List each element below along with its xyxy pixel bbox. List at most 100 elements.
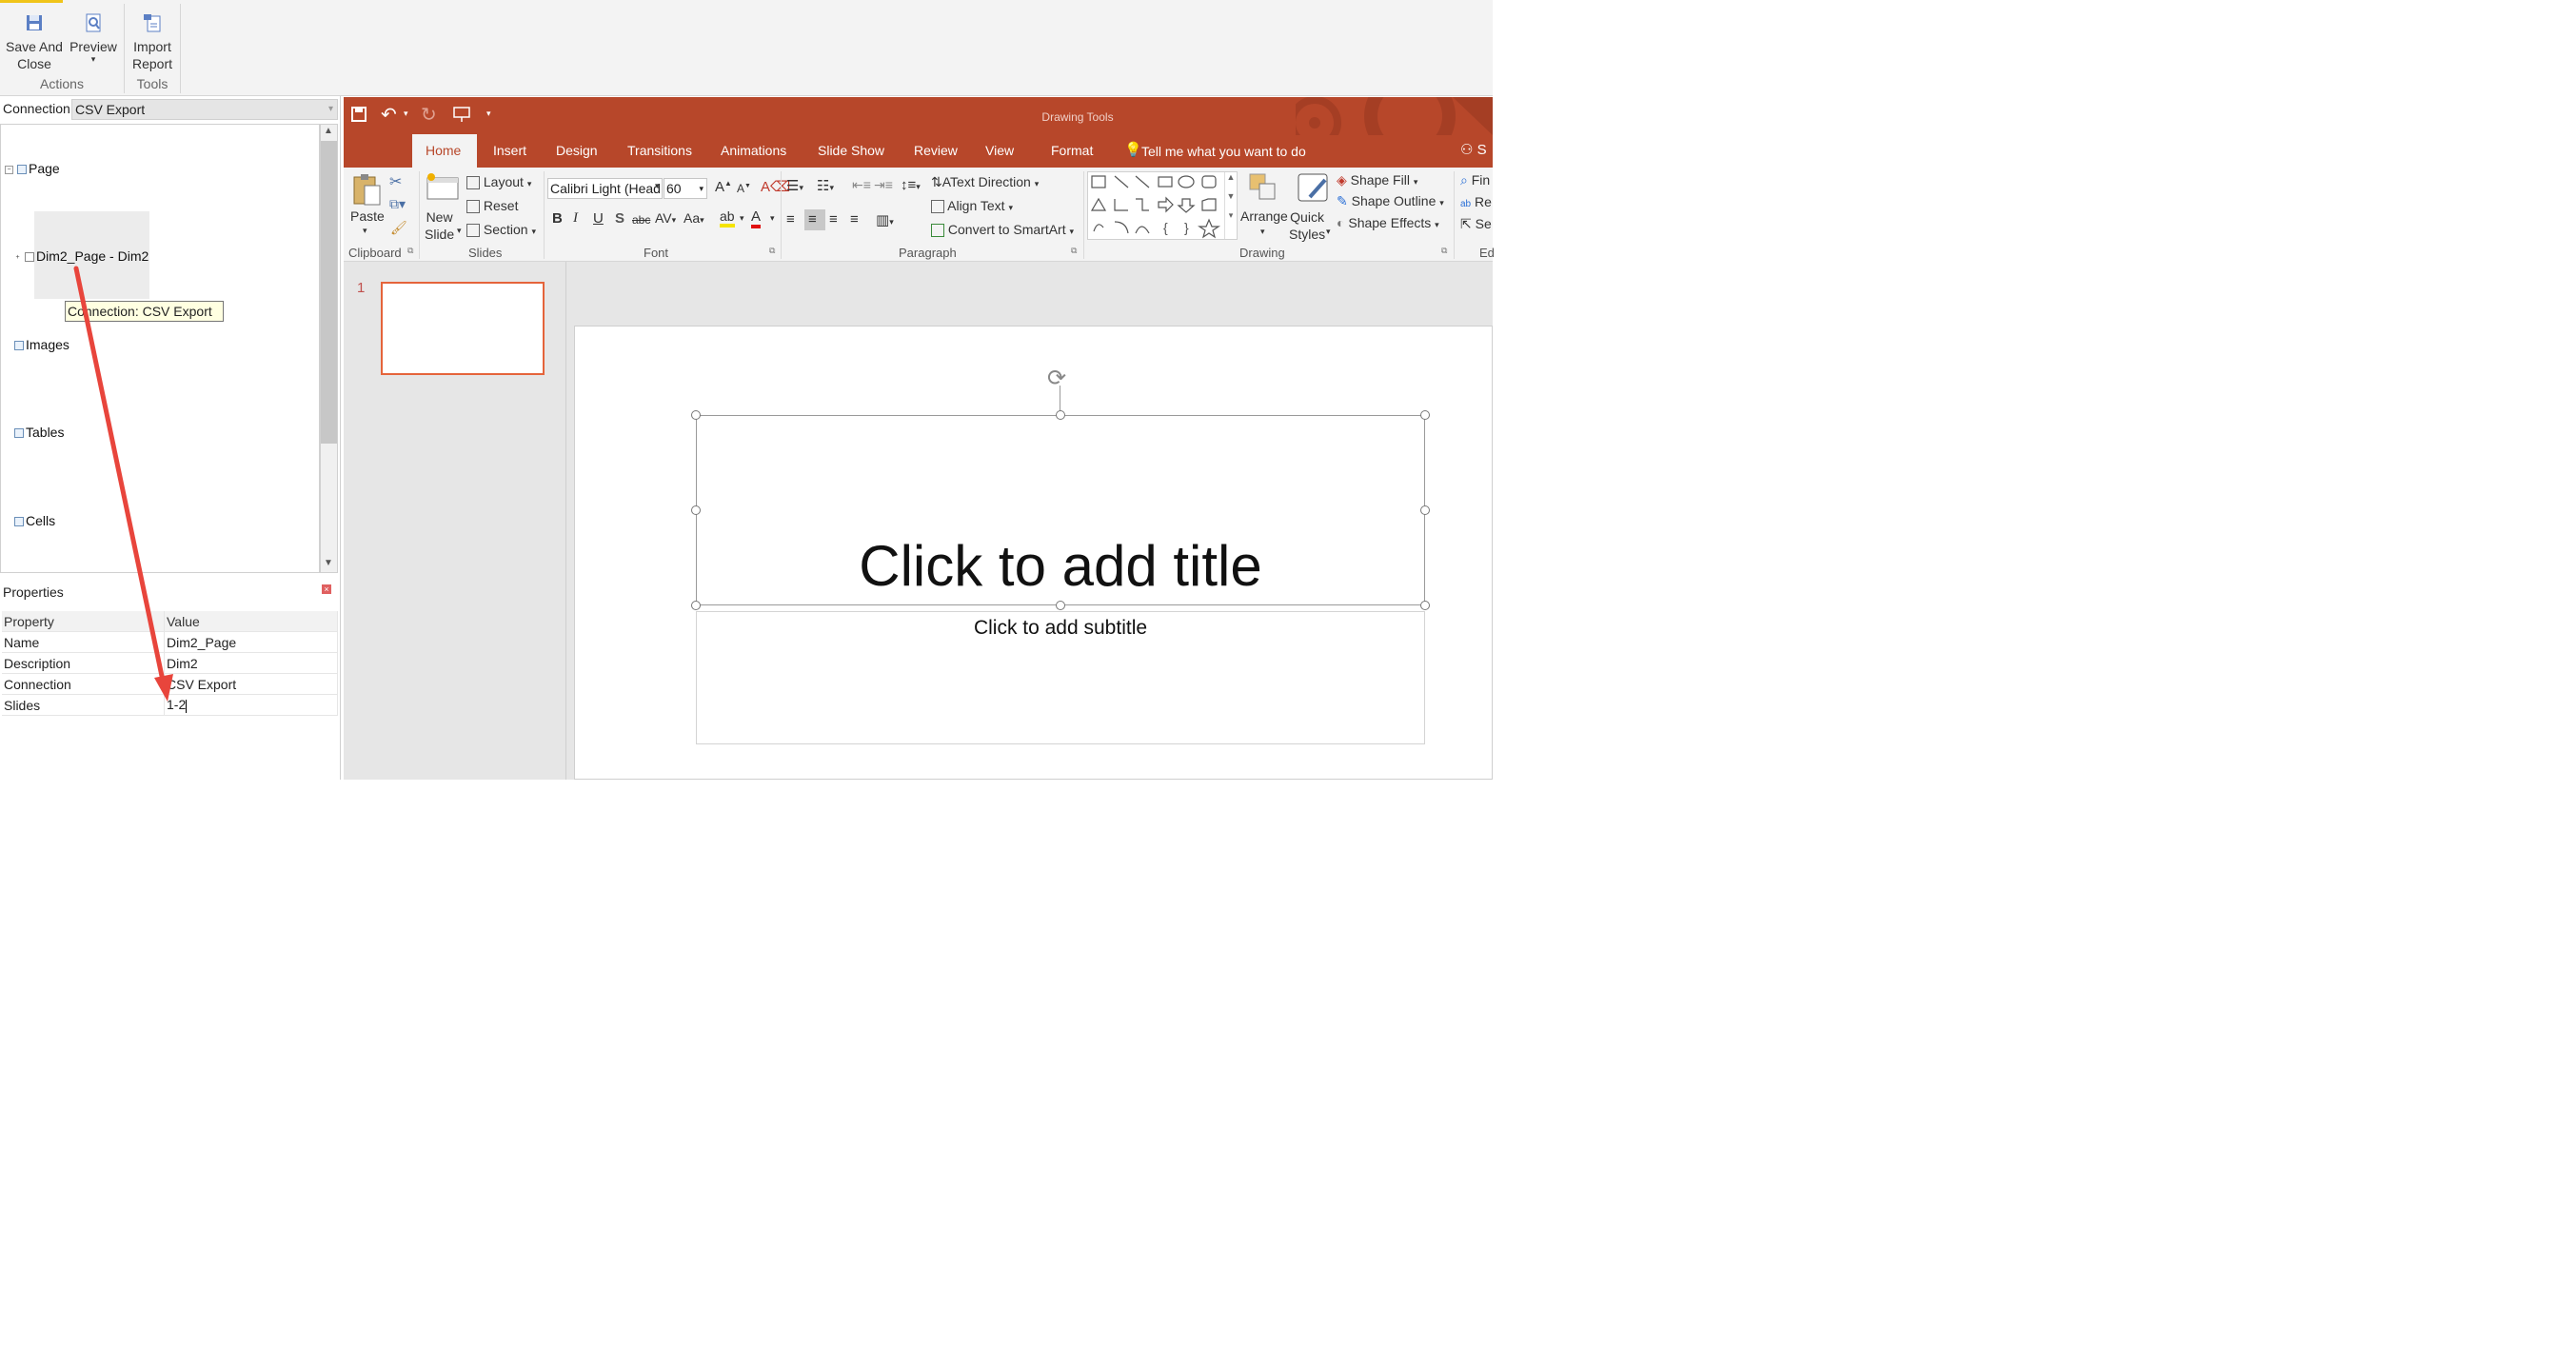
chevron-down-icon[interactable]: ▾ [770, 213, 775, 224]
quick-styles-dropdown-icon[interactable]: ▾ [1326, 227, 1331, 237]
reset-button[interactable]: Reset [466, 198, 518, 214]
shape-outline-button[interactable]: ✎ Shape Outline ▾ [1337, 193, 1444, 209]
section-button[interactable]: Section ▾ [466, 222, 536, 238]
justify-icon[interactable]: ≡ [850, 211, 859, 228]
new-slide-icon[interactable] [426, 172, 460, 204]
quick-styles-button[interactable]: Quick Styles [1289, 208, 1325, 243]
paste-icon[interactable] [351, 172, 382, 209]
tab-insert[interactable]: Insert [493, 143, 526, 158]
italic-icon[interactable]: I [573, 210, 578, 227]
new-slide-button[interactable]: New Slide [425, 208, 454, 243]
tab-slide-show[interactable]: Slide Show [818, 143, 884, 158]
rotate-handle-icon[interactable]: ⟳ [1047, 365, 1066, 392]
tree-item-page[interactable]: − Page [5, 161, 60, 176]
tree-item-cells[interactable]: Cells [14, 513, 55, 528]
property-value[interactable]: Dim2 [164, 652, 338, 674]
layout-button[interactable]: Layout ▾ [466, 174, 531, 190]
property-value-input[interactable]: 1-2 [164, 694, 338, 716]
collapse-icon[interactable]: − [5, 165, 13, 174]
resize-handle[interactable] [1420, 410, 1430, 420]
resize-handle[interactable] [691, 505, 701, 515]
resize-handle[interactable] [691, 601, 701, 610]
resize-handle[interactable] [1420, 505, 1430, 515]
resize-handle[interactable] [1056, 410, 1065, 420]
format-painter-icon[interactable]: 🖌 [390, 220, 407, 236]
subtitle-placeholder[interactable]: Click to add subtitle [696, 611, 1425, 744]
tab-animations[interactable]: Animations [721, 143, 786, 158]
dialog-launcher-icon[interactable]: ⧉ [769, 246, 775, 256]
align-text-button[interactable]: Align Text ▾ [931, 198, 1013, 214]
dialog-launcher-icon[interactable]: ⧉ [407, 246, 413, 256]
tab-review[interactable]: Review [914, 143, 958, 158]
start-slideshow-icon[interactable] [452, 106, 471, 126]
tab-home[interactable]: Home [426, 143, 461, 158]
slides-value[interactable]: 1-2 [167, 697, 186, 712]
select-button[interactable]: ⇱ Se [1460, 216, 1492, 232]
increase-font-size-icon[interactable]: A▲ [715, 179, 732, 195]
columns-icon[interactable]: ▥▾ [876, 211, 894, 228]
customize-toolbar-icon[interactable]: ▾ [486, 109, 491, 119]
import-report-button[interactable]: Import Report [128, 11, 177, 72]
shapes-gallery[interactable]: {} ▲ ▼ ▾ [1087, 171, 1238, 240]
tab-format[interactable]: Format [1051, 143, 1093, 158]
redo-icon[interactable]: ↻ [421, 103, 437, 127]
table-row[interactable]: Description Dim2 [2, 652, 338, 674]
resize-handle[interactable] [1420, 601, 1430, 610]
title-placeholder-text[interactable]: Click to add title [697, 532, 1424, 601]
quick-styles-icon[interactable] [1297, 172, 1331, 208]
tab-design[interactable]: Design [556, 143, 598, 158]
preview-dropdown-icon[interactable]: ▾ [67, 55, 120, 64]
slide-thumbnail[interactable] [381, 282, 545, 375]
numbering-icon[interactable]: ☷▾ [817, 177, 834, 194]
gallery-scroll[interactable]: ▲ ▼ ▾ [1224, 172, 1237, 239]
chevron-up-icon[interactable]: ▲ [324, 126, 333, 136]
align-right-icon[interactable]: ≡ [829, 211, 838, 228]
tell-me-search[interactable]: Tell me what you want to do [1141, 144, 1306, 159]
shadow-icon[interactable]: S [615, 210, 624, 227]
tab-transitions[interactable]: Transitions [627, 143, 692, 158]
font-size-select[interactable]: 60 ▾ [664, 178, 707, 199]
text-direction-button[interactable]: ⇅AText Direction ▾ [931, 174, 1039, 190]
new-slide-dropdown-icon[interactable]: ▾ [457, 226, 462, 236]
undo-dropdown-icon[interactable]: ▾ [404, 109, 408, 119]
copy-icon[interactable]: ⧉▾ [389, 196, 406, 212]
paste-button[interactable]: Paste [350, 208, 385, 224]
find-button[interactable]: ⌕ Fin [1460, 172, 1490, 188]
share-icon[interactable]: ⚇ S [1460, 141, 1487, 158]
shape-effects-button[interactable]: ◐ Shape Effects ▾ [1337, 215, 1439, 230]
close-icon[interactable]: × [322, 584, 331, 594]
align-left-icon[interactable]: ≡ [786, 211, 795, 228]
shape-fill-button[interactable]: ◈ Shape Fill ▾ [1337, 172, 1417, 188]
chevron-down-icon[interactable]: ▼ [324, 558, 333, 568]
arrange-dropdown-icon[interactable]: ▾ [1260, 227, 1265, 237]
change-case-icon[interactable]: Aa▾ [684, 210, 704, 226]
save-icon[interactable] [351, 107, 367, 125]
replace-button[interactable]: ab Re [1460, 194, 1492, 209]
strikethrough-icon[interactable]: abc [632, 213, 650, 227]
decrease-indent-icon[interactable]: ⇤≡ [852, 177, 871, 193]
arrange-button[interactable]: Arrange [1240, 208, 1288, 224]
preview-button[interactable]: Preview ▾ [67, 11, 120, 64]
tree-item-tables[interactable]: Tables [14, 425, 64, 440]
decrease-font-size-icon[interactable]: A▼ [737, 182, 751, 195]
property-value[interactable]: CSV Export [164, 673, 338, 695]
chevron-down-icon[interactable]: ▾ [740, 213, 744, 224]
scrollbar-thumb[interactable] [321, 141, 337, 444]
arrange-icon[interactable] [1248, 172, 1280, 208]
table-row[interactable]: Slides 1-2 [2, 694, 338, 716]
save-and-close-button[interactable]: Save And Close [4, 11, 65, 72]
tree-item-dim2-page[interactable]: + Dim2_Page - Dim2 [14, 248, 149, 264]
font-family-select[interactable]: Calibri Light (Head [547, 178, 663, 199]
dialog-launcher-icon[interactable]: ⧉ [1071, 246, 1077, 256]
font-color-icon[interactable]: A [751, 208, 762, 228]
highlight-icon[interactable]: ab [720, 208, 735, 228]
title-placeholder[interactable]: Click to add title [696, 415, 1425, 605]
table-row[interactable]: Name Dim2_Page [2, 631, 338, 653]
connection-select[interactable]: CSV Export ▾ [71, 99, 338, 120]
tree-item-images[interactable]: Images [14, 337, 69, 352]
align-center-icon[interactable]: ≡ [808, 211, 817, 228]
property-value[interactable]: Dim2_Page [164, 631, 338, 653]
line-spacing-icon[interactable]: ↕≡▾ [901, 177, 921, 193]
convert-smartart-button[interactable]: Convert to SmartArt ▾ [931, 222, 1074, 238]
bold-icon[interactable]: B [552, 210, 563, 227]
